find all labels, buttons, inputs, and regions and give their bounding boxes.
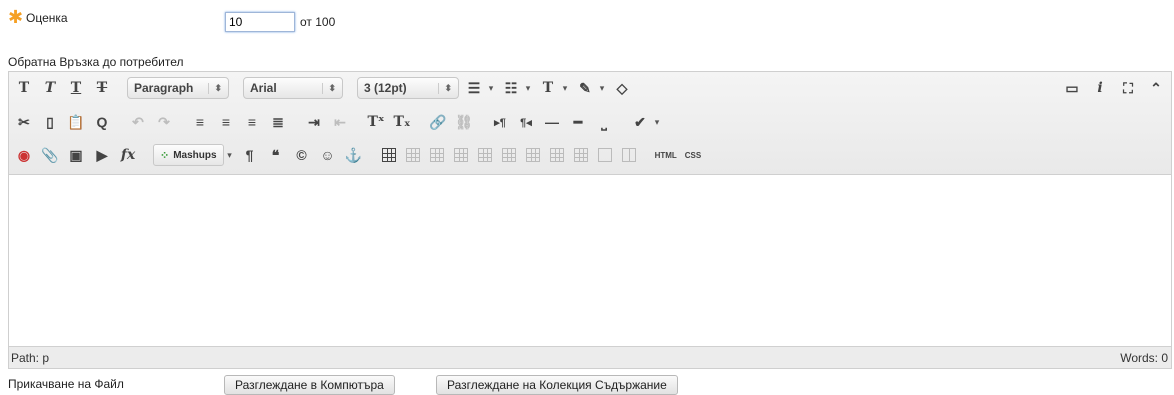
toolbar-row-1: T T T T Paragraph ⬍ Arial ⬍ 3 (12pt) ⬍ ☰… xyxy=(13,74,633,102)
align-left-icon[interactable]: ≡ xyxy=(189,111,211,133)
editor-path: Path: p xyxy=(11,350,50,365)
feedback-label: Обратна Връзка до потребител xyxy=(8,55,184,69)
toolbar-row-2: ✂ ▯ 📋 Q ↶ ↷ ≡ ≡ ≡ ≣ ⇥ ⇤ Tˣ Tₓ 🔗 ⛓ ▸¶ ¶◂ … xyxy=(13,108,662,136)
chevron-down-icon[interactable]: ▾ xyxy=(486,83,496,94)
format-select-value: Paragraph xyxy=(134,81,194,95)
anchor-icon[interactable]: ⚓ xyxy=(343,144,365,166)
word-count: Words: 0 xyxy=(1120,350,1168,365)
strikethrough-button[interactable]: T xyxy=(91,77,113,99)
delete-row-icon[interactable] xyxy=(501,148,516,162)
select-arrows-icon: ⬍ xyxy=(322,82,336,94)
delete-col-icon[interactable] xyxy=(573,148,588,162)
align-justify-icon[interactable]: ≣ xyxy=(267,111,289,133)
rich-text-editor: T T T T Paragraph ⬍ Arial ⬍ 3 (12pt) ⬍ ☰… xyxy=(8,71,1172,369)
mashups-button[interactable]: ⁘ Mashups xyxy=(153,144,224,166)
rtl-icon[interactable]: ¶◂ xyxy=(515,111,537,133)
size-select-value: 3 (12pt) xyxy=(364,81,407,95)
font-select-value: Arial xyxy=(250,81,277,95)
chevron-down-icon[interactable]: ▾ xyxy=(225,150,235,161)
mashups-icon: ⁘ xyxy=(160,149,170,162)
editor-content-area[interactable] xyxy=(9,176,1171,348)
insert-table-icon[interactable] xyxy=(381,148,396,162)
highlight-pen-icon[interactable]: ✎ xyxy=(574,77,596,99)
copy-icon[interactable]: ▯ xyxy=(39,111,61,133)
math-formula-icon[interactable]: fx xyxy=(117,144,139,166)
toolbar-right: ▭ i ⛶ ⌃ xyxy=(1061,74,1167,102)
link-icon[interactable]: 🔗 xyxy=(427,111,449,133)
grade-max-label: от 100 xyxy=(300,15,336,29)
text-color-icon[interactable]: T xyxy=(537,77,559,99)
paste-icon[interactable]: 📋 xyxy=(65,111,87,133)
editor-toolbar: T T T T Paragraph ⬍ Arial ⬍ 3 (12pt) ⬍ ☰… xyxy=(9,72,1171,175)
table-cell-props-icon[interactable] xyxy=(429,148,444,162)
align-center-icon[interactable]: ≡ xyxy=(215,111,237,133)
italic-button[interactable]: T xyxy=(39,77,61,99)
numbered-list-icon[interactable]: ☷ xyxy=(500,77,522,99)
browse-content-collection-button[interactable]: Разглеждане на Колекция Съдържание xyxy=(436,375,678,395)
format-select[interactable]: Paragraph ⬍ xyxy=(127,77,229,99)
indent-icon[interactable]: ⇥ xyxy=(303,111,325,133)
chevron-down-icon[interactable]: ▾ xyxy=(523,83,533,94)
insert-col-after-icon[interactable] xyxy=(549,148,564,162)
table-row-props-icon[interactable] xyxy=(405,148,420,162)
insert-col-before-icon[interactable] xyxy=(525,148,540,162)
fullscreen-icon[interactable]: ⛶ xyxy=(1117,77,1139,99)
superscript-icon[interactable]: Tˣ xyxy=(365,111,387,133)
insert-row-after-icon[interactable] xyxy=(477,148,492,162)
paragraph-mark-icon[interactable]: ¶ xyxy=(239,144,261,166)
css-button[interactable]: CSS xyxy=(683,151,703,160)
editor-statusbar: Path: p Words: 0 xyxy=(9,346,1171,368)
subscript-icon[interactable]: Tₓ xyxy=(391,111,413,133)
align-right-icon[interactable]: ≡ xyxy=(241,111,263,133)
blockquote-icon[interactable]: ❝ xyxy=(265,144,287,166)
spellcheck-icon[interactable]: ✔ xyxy=(629,111,651,133)
thick-rule-icon[interactable]: ━ xyxy=(567,111,589,133)
browse-computer-button[interactable]: Разглеждане в Компютъра xyxy=(224,375,395,395)
merge-cells-icon[interactable] xyxy=(597,148,612,162)
size-select[interactable]: 3 (12pt) ⬍ xyxy=(357,77,459,99)
horizontal-rule-icon[interactable]: — xyxy=(541,111,563,133)
attach-file-icon[interactable]: 📎 xyxy=(39,144,61,166)
redo-icon[interactable]: ↷ xyxy=(153,111,175,133)
underline-button[interactable]: T xyxy=(65,77,87,99)
insert-image-icon[interactable]: ▣ xyxy=(65,144,87,166)
collapse-toolbar-icon[interactable]: ⌃ xyxy=(1145,77,1167,99)
chevron-down-icon[interactable]: ▾ xyxy=(652,117,662,128)
html-source-button[interactable]: HTML xyxy=(653,151,679,160)
emoticon-icon[interactable]: ☺ xyxy=(317,144,339,166)
ltr-icon[interactable]: ▸¶ xyxy=(489,111,511,133)
attach-file-label: Прикачване на Файл xyxy=(8,377,124,391)
bold-button[interactable]: T xyxy=(13,77,35,99)
nonbreaking-space-icon[interactable]: ⎵ xyxy=(593,111,615,133)
select-arrows-icon: ⬍ xyxy=(208,82,222,94)
font-select[interactable]: Arial ⬍ xyxy=(243,77,343,99)
grade-input[interactable] xyxy=(225,12,295,32)
preview-icon[interactable]: ▭ xyxy=(1061,77,1083,99)
bullet-list-icon[interactable]: ☰ xyxy=(463,77,485,99)
chevron-down-icon[interactable]: ▾ xyxy=(560,83,570,94)
cut-icon[interactable]: ✂ xyxy=(13,111,35,133)
insert-row-before-icon[interactable] xyxy=(453,148,468,162)
grade-label: Оценка xyxy=(26,11,68,25)
mashups-label: Mashups xyxy=(173,149,217,161)
outdent-icon[interactable]: ⇤ xyxy=(329,111,351,133)
info-icon[interactable]: i xyxy=(1089,77,1111,99)
copyright-icon[interactable]: © xyxy=(291,144,313,166)
undo-icon[interactable]: ↶ xyxy=(127,111,149,133)
insert-media-icon[interactable]: ▶ xyxy=(91,144,113,166)
toolbar-row-3: ◉ 📎 ▣ ▶ fx ⁘ Mashups ▾ ¶ ❝ © ☺ ⚓ HTML CS… xyxy=(13,141,703,169)
select-arrows-icon: ⬍ xyxy=(438,82,452,94)
chevron-down-icon[interactable]: ▾ xyxy=(597,83,607,94)
split-cells-icon[interactable] xyxy=(621,148,636,162)
required-icon: ✱ xyxy=(8,7,24,27)
find-icon[interactable]: Q xyxy=(91,111,113,133)
unlink-icon[interactable]: ⛓ xyxy=(453,111,475,133)
record-media-icon[interactable]: ◉ xyxy=(13,144,35,166)
eraser-icon[interactable]: ◇ xyxy=(611,77,633,99)
